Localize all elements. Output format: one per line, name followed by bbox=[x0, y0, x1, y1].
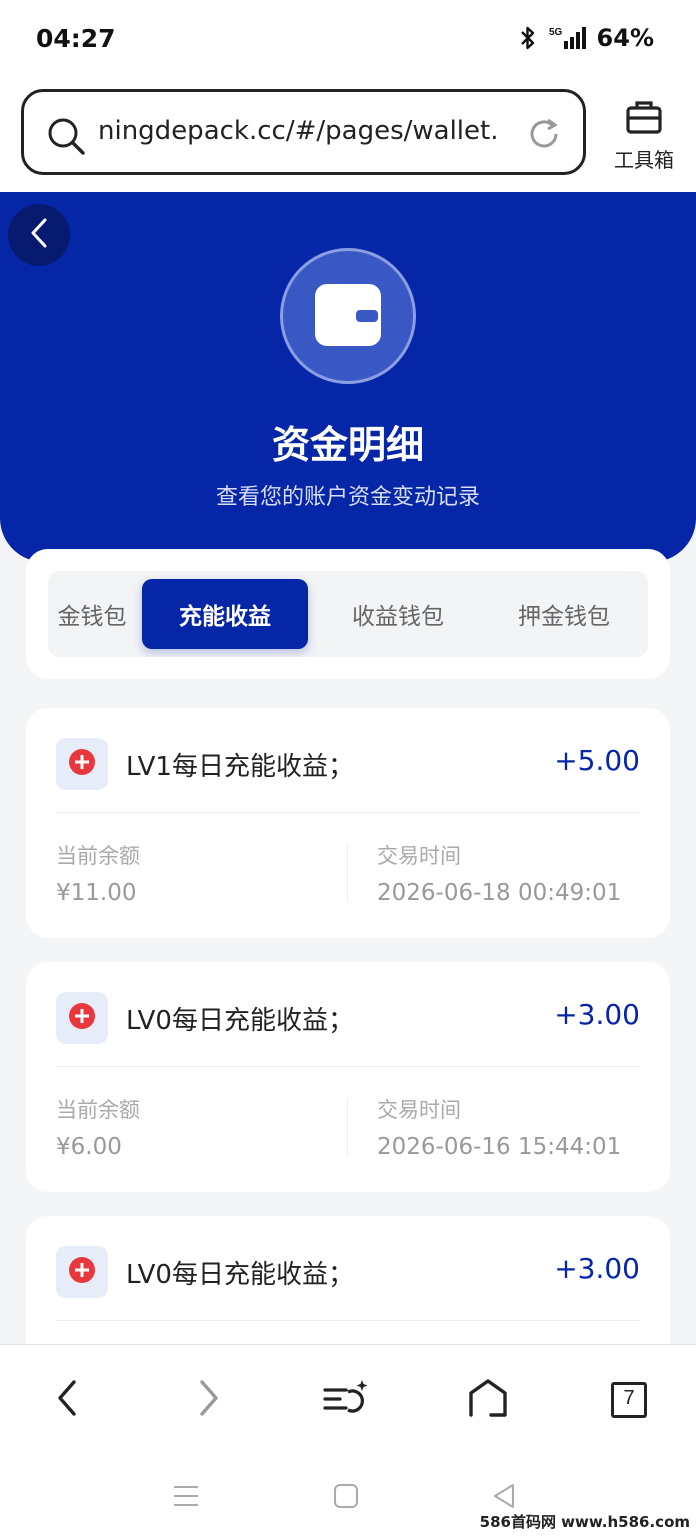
tab-wallet-partial[interactable]: 金钱包 bbox=[48, 579, 142, 649]
status-indicators: 5G 64% bbox=[519, 24, 654, 52]
address-bar[interactable]: ningdepack.cc/#/pages/wallet... bbox=[21, 89, 586, 175]
balance-value: ¥6.00 bbox=[56, 1134, 122, 1160]
arrow-left-icon bbox=[52, 1378, 82, 1422]
toolbox-button[interactable]: 工具箱 bbox=[606, 98, 682, 173]
page-title: 资金明细 bbox=[271, 423, 424, 467]
home-icon bbox=[467, 1377, 509, 1423]
square-icon bbox=[333, 1483, 359, 1513]
browser-bottom-nav: 7 bbox=[0, 1344, 696, 1454]
browser-back-button[interactable] bbox=[42, 1375, 92, 1425]
column-divider bbox=[347, 844, 348, 902]
transaction-amount: +5.00 bbox=[554, 744, 640, 777]
transaction-card[interactable]: LV1每日充能收益； +5.00 当前余额 ¥11.00 交易时间 2026-0… bbox=[26, 708, 670, 938]
plus-circle-icon bbox=[68, 1256, 96, 1288]
bluetooth-icon bbox=[519, 25, 537, 51]
time-value: 2026-06-16 15:44:01 bbox=[377, 1134, 622, 1160]
wallet-badge bbox=[280, 248, 416, 384]
transaction-amount: +3.00 bbox=[554, 1252, 640, 1285]
status-bar: 04:27 5G 64% bbox=[0, 0, 696, 80]
system-nav-bar: 586首码网 www.h586.com bbox=[0, 1454, 696, 1536]
browser-menu-button[interactable] bbox=[322, 1375, 372, 1425]
chevron-left-icon bbox=[27, 216, 51, 254]
reload-icon[interactable] bbox=[526, 116, 562, 156]
triangle-back-icon bbox=[491, 1483, 517, 1513]
tab-income-wallet[interactable]: 收益钱包 bbox=[338, 579, 458, 649]
browser-home-button[interactable] bbox=[463, 1375, 513, 1425]
income-icon-box bbox=[56, 738, 108, 790]
time-value: 2026-06-18 00:49:01 bbox=[377, 880, 622, 906]
page-header: 资金明细 查看您的账户资金变动记录 bbox=[0, 192, 696, 562]
browser-toolbar: ningdepack.cc/#/pages/wallet... 工具箱 bbox=[0, 80, 696, 192]
menu-lines-icon bbox=[173, 1483, 199, 1513]
toolbox-label: 工具箱 bbox=[614, 148, 674, 172]
balance-value: ¥11.00 bbox=[56, 880, 137, 906]
tab-deposit-wallet[interactable]: 押金钱包 bbox=[504, 579, 624, 649]
ai-menu-icon bbox=[322, 1378, 372, 1422]
wallet-tabs-card: 金钱包 充能收益 收益钱包 押金钱包 bbox=[26, 549, 670, 679]
toolbox-icon bbox=[624, 101, 664, 140]
time-label: 交易时间 bbox=[377, 1098, 461, 1122]
time-label: 交易时间 bbox=[377, 844, 461, 868]
browser-forward-button[interactable] bbox=[184, 1375, 234, 1425]
balance-label: 当前余额 bbox=[56, 844, 140, 868]
transaction-title: LV1每日充能收益； bbox=[126, 752, 354, 782]
network-type-label: 5G bbox=[549, 27, 563, 38]
status-time: 04:27 bbox=[36, 24, 116, 53]
signal-icon: 5G bbox=[547, 25, 587, 51]
column-divider bbox=[347, 1098, 348, 1156]
search-icon bbox=[46, 116, 86, 160]
watermark: 586首码网 www.h586.com bbox=[479, 1513, 690, 1531]
battery-level: 64% bbox=[596, 24, 654, 52]
balance-label: 当前余额 bbox=[56, 1098, 140, 1122]
transaction-title: LV0每日充能收益； bbox=[126, 1260, 354, 1290]
transaction-amount: +3.00 bbox=[554, 998, 640, 1031]
divider bbox=[56, 1066, 640, 1067]
back-button[interactable] bbox=[8, 204, 70, 266]
system-home-button[interactable] bbox=[326, 1478, 366, 1518]
tab-charging-income[interactable]: 充能收益 bbox=[142, 579, 308, 649]
page-subtitle: 查看您的账户资金变动记录 bbox=[215, 485, 480, 510]
tabs-count-icon: 7 bbox=[611, 1382, 647, 1418]
arrow-right-icon bbox=[194, 1378, 224, 1422]
transaction-card[interactable]: LV0每日充能收益； +3.00 当前余额 ¥6.00 交易时间 2026-06… bbox=[26, 962, 670, 1192]
wallet-icon bbox=[312, 278, 384, 354]
divider bbox=[56, 812, 640, 813]
recents-button[interactable] bbox=[166, 1478, 206, 1518]
wallet-tabs: 金钱包 充能收益 收益钱包 押金钱包 bbox=[48, 571, 648, 657]
plus-circle-icon bbox=[68, 748, 96, 780]
tab-count: 7 bbox=[623, 1387, 635, 1409]
tabs-button[interactable]: 7 bbox=[604, 1375, 654, 1425]
income-icon-box bbox=[56, 992, 108, 1044]
url-text[interactable]: ningdepack.cc/#/pages/wallet... bbox=[98, 116, 498, 146]
divider bbox=[56, 1320, 640, 1321]
transaction-title: LV0每日充能收益； bbox=[126, 1006, 354, 1036]
income-icon-box bbox=[56, 1246, 108, 1298]
plus-circle-icon bbox=[68, 1002, 96, 1034]
